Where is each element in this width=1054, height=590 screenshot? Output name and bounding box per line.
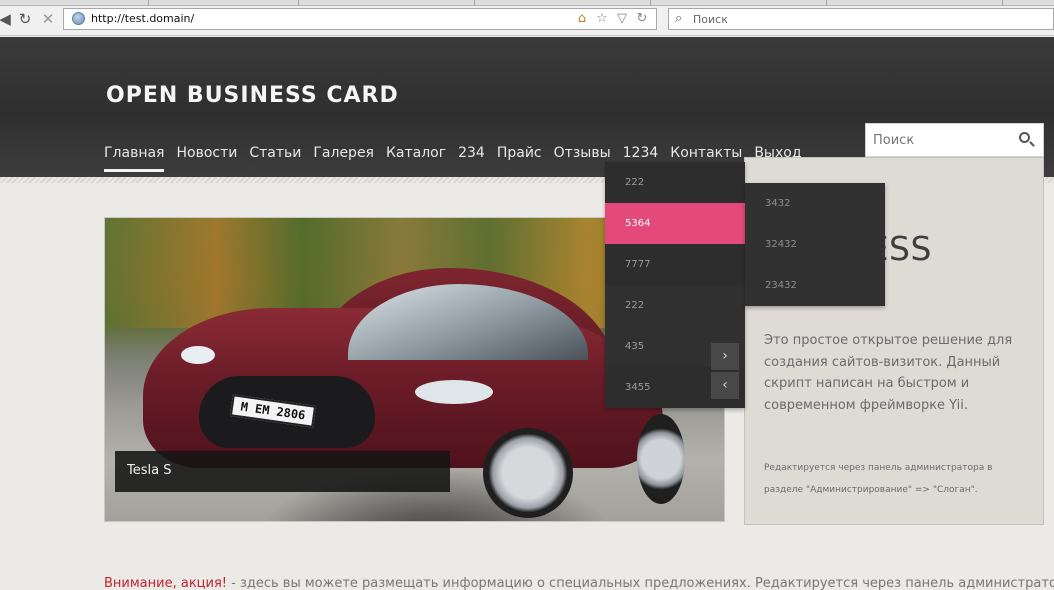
site-search — [865, 123, 1044, 157]
menu-item-home[interactable]: Главная — [104, 145, 165, 172]
home-icon[interactable]: ⌂ — [574, 11, 590, 27]
submenu-item[interactable]: 3432 — [745, 183, 885, 224]
menu-item-reviews[interactable]: Отзывы — [554, 145, 611, 172]
promo-notice: Внимание, акция! - здесь вы можете разме… — [104, 576, 1054, 590]
search-icon: ⌕ — [675, 11, 683, 26]
back-icon[interactable]: ◀ — [0, 10, 14, 28]
address-bar[interactable]: http://test.domain/ ⌂ ☆ ▽ ↻ — [63, 8, 657, 30]
menu-submenu: 3432 32432 23432 — [745, 183, 885, 306]
browser-toolbar: ◀ ↻ ✕ http://test.domain/ ⌂ ☆ ▽ ↻ ⌕ Поис… — [0, 0, 1054, 36]
tab-strip — [0, 0, 1054, 6]
reload-icon[interactable]: ↻ — [16, 10, 34, 28]
site-search-input[interactable] — [866, 124, 1011, 156]
url-text[interactable]: http://test.domain/ — [91, 12, 194, 25]
browser-search-field[interactable]: ⌕ Поиск — [668, 8, 1054, 30]
submenu-item[interactable]: 32432 — [745, 224, 885, 265]
dropdown-item[interactable]: 222 — [605, 162, 745, 203]
dropdown-item[interactable]: 222 — [605, 285, 745, 326]
slider-prev-button[interactable]: ‹ — [711, 372, 739, 399]
info-admin-note: Редактируется через панель администратор… — [764, 463, 993, 495]
info-description: Это простое открытое решение для создани… — [764, 333, 1013, 413]
promo-text: - здесь вы можете размещать информацию о… — [227, 576, 1054, 590]
slide-caption-text: Tesla S — [127, 463, 172, 478]
promo-highlight[interactable]: Внимание, акция! — [104, 576, 227, 590]
dropdown-arrow-icon[interactable]: ▽ — [614, 11, 630, 27]
menu-item-price[interactable]: Прайс — [497, 145, 542, 172]
dropdown-item-active[interactable]: 5364 — [605, 203, 745, 244]
slider-next-button[interactable]: › — [711, 343, 739, 370]
star-icon[interactable]: ☆ — [594, 11, 610, 27]
search-icon[interactable] — [1017, 130, 1037, 150]
menu-item-news[interactable]: Новости — [176, 145, 237, 172]
submenu-item[interactable]: 23432 — [745, 265, 885, 306]
refresh-icon[interactable]: ↻ — [634, 11, 650, 27]
site-brand[interactable]: OPEN BUSINESS CARD — [106, 83, 399, 108]
browser-search-placeholder: Поиск — [693, 13, 728, 26]
stop-icon[interactable]: ✕ — [39, 10, 57, 28]
slide-caption: Tesla S — [115, 451, 450, 492]
menu-item-articles[interactable]: Статьи — [249, 145, 301, 172]
menu-item-234[interactable]: 234 — [458, 145, 485, 172]
menu-item-gallery[interactable]: Галерея — [313, 145, 374, 172]
dropdown-item[interactable]: 7777 — [605, 244, 745, 285]
menu-item-catalog[interactable]: Каталог — [386, 145, 446, 172]
globe-icon — [72, 12, 85, 25]
